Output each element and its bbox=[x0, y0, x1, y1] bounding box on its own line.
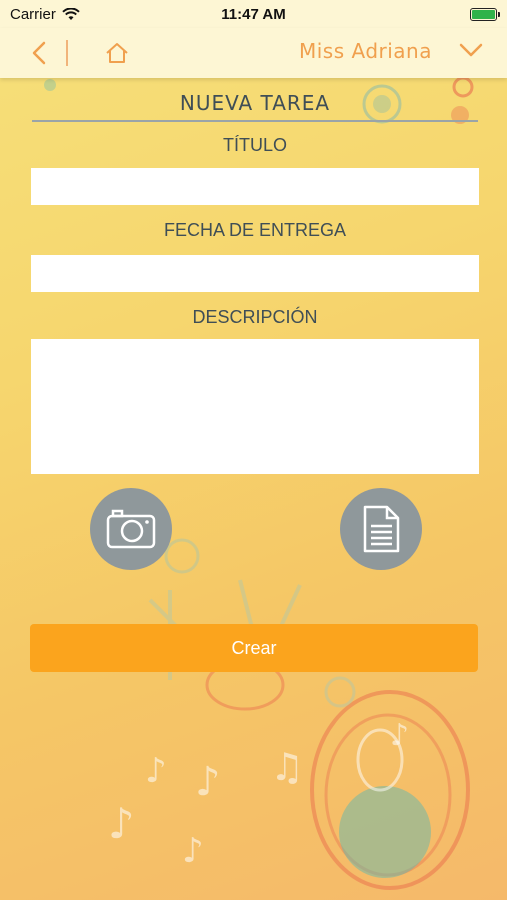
svg-text:♫: ♫ bbox=[270, 745, 304, 789]
camera-icon bbox=[106, 509, 156, 549]
status-left: Carrier bbox=[10, 6, 80, 23]
svg-text:♪: ♪ bbox=[195, 759, 221, 805]
wifi-icon bbox=[62, 7, 80, 20]
user-name[interactable]: Miss Adriana bbox=[299, 39, 432, 63]
nav-divider bbox=[66, 40, 68, 66]
page-title: NUEVA TAREA bbox=[32, 88, 478, 122]
descripcion-label: DESCRIPCIÓN bbox=[192, 307, 318, 327]
svg-text:♪: ♪ bbox=[390, 718, 409, 753]
document-button[interactable] bbox=[340, 488, 422, 570]
fecha-label: FECHA DE ENTREGA bbox=[163, 220, 347, 240]
titulo-input[interactable] bbox=[31, 168, 479, 205]
status-bar: Carrier 11:47 AM bbox=[0, 0, 507, 28]
home-icon bbox=[106, 43, 128, 63]
home-button[interactable] bbox=[102, 38, 132, 68]
document-icon bbox=[363, 505, 400, 553]
back-button[interactable] bbox=[24, 39, 54, 67]
carrier-label: Carrier bbox=[10, 5, 56, 23]
camera-button[interactable] bbox=[90, 488, 172, 570]
svg-text:♪: ♪ bbox=[108, 799, 135, 848]
battery-icon bbox=[470, 7, 500, 21]
chevron-left-icon bbox=[32, 41, 46, 65]
titulo-label: TÍTULO bbox=[222, 135, 287, 155]
chevron-down-icon bbox=[459, 43, 483, 57]
descripcion-textarea[interactable] bbox=[31, 339, 479, 474]
nav-bar: Miss Adriana bbox=[0, 28, 507, 78]
create-button[interactable]: Crear bbox=[30, 624, 478, 672]
user-menu-button[interactable] bbox=[459, 42, 483, 58]
svg-text:♪: ♪ bbox=[145, 751, 167, 791]
fecha-entrega-input[interactable] bbox=[31, 255, 479, 292]
svg-text:♪: ♪ bbox=[182, 831, 204, 871]
